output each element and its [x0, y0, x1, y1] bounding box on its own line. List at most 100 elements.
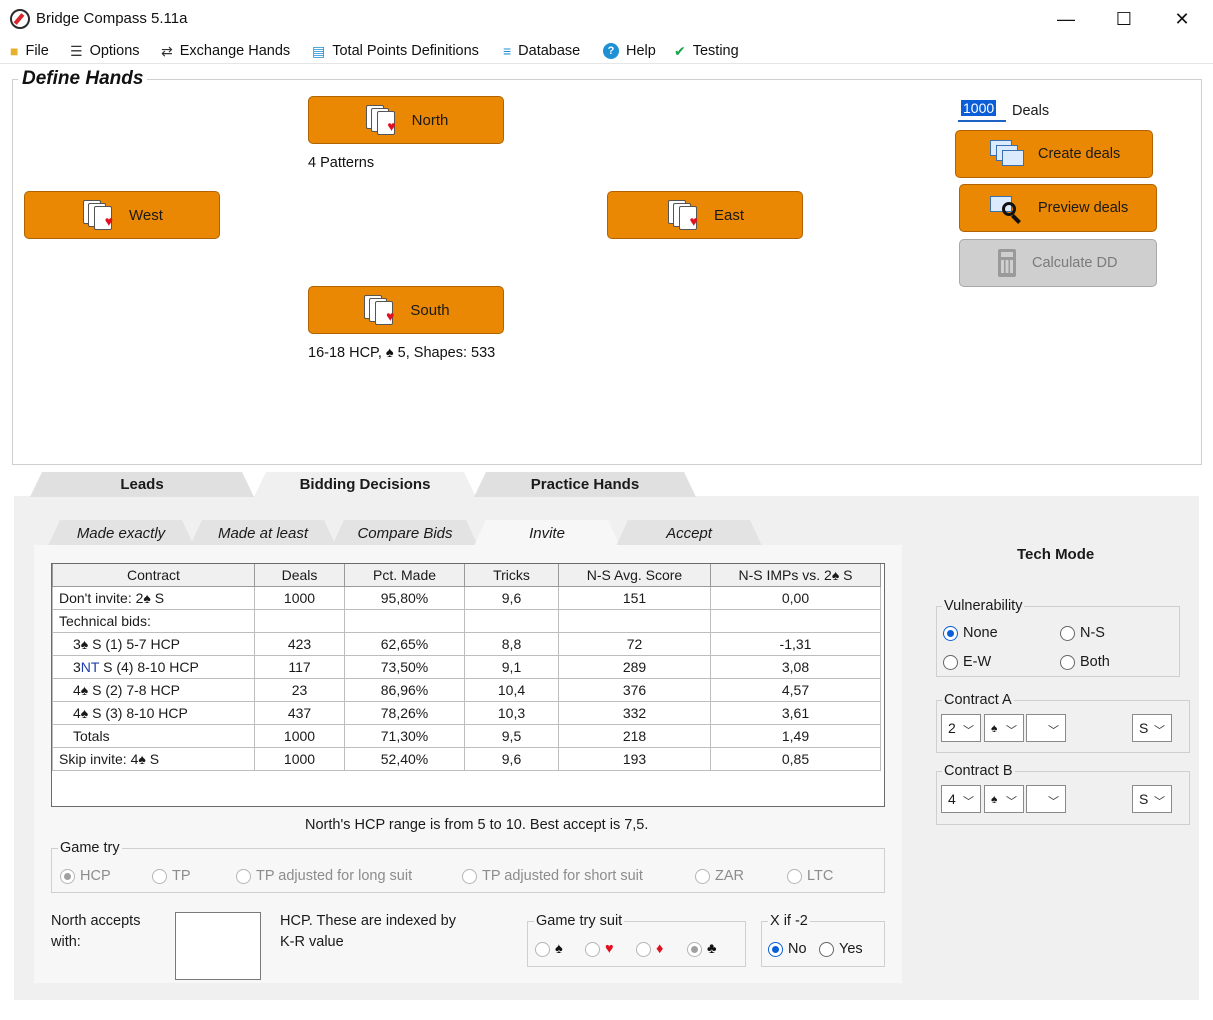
close-button[interactable]: ✕	[1153, 0, 1211, 38]
suit-diamond-radio: ♦	[636, 941, 663, 957]
x-if-no-label: No	[788, 941, 807, 957]
menu-help[interactable]: ? Help	[603, 42, 656, 60]
subtab-accept-label: Accept	[666, 524, 712, 542]
north-accepts-list[interactable]	[175, 912, 261, 980]
vul-none-label: None	[963, 625, 998, 641]
menu-help-label: Help	[626, 43, 656, 59]
vul-ew-radio[interactable]: E-W	[943, 654, 991, 670]
menu-exchange-hands-label: Exchange Hands	[179, 43, 291, 59]
table-row[interactable]: 3NT S (4) 8-10 HCP 117 73,50% 9,1 289 3,…	[52, 654, 881, 679]
create-deals-button[interactable]: Create deals	[955, 130, 1153, 178]
cell-tricks: 9,6	[464, 746, 559, 771]
folder-icon: ■	[10, 43, 19, 59]
x-if-yes-label: Yes	[839, 941, 863, 957]
suit-heart-radio: ♥	[585, 941, 614, 957]
table-row[interactable]: 3♠ S (1) 5-7 HCP 423 62,65% 8,8 72 -1,31	[52, 631, 881, 656]
col-header-avg-score[interactable]: N-S Avg. Score	[558, 564, 711, 587]
game-try-title: Game try	[58, 840, 122, 856]
create-deals-label: Create deals	[1038, 146, 1121, 162]
tab-practice-hands-label: Practice Hands	[530, 476, 640, 493]
contract-b-level-select[interactable]: 4 ﹀	[941, 785, 981, 813]
west-hand-button[interactable]: ♥ West	[24, 191, 220, 239]
cell-imps: 1,49	[710, 723, 881, 748]
cell-contract: Skip invite: 4♠ S	[52, 746, 255, 771]
preview-deals-button[interactable]: Preview deals	[959, 184, 1157, 232]
subtab-made-exactly[interactable]: Made exactly	[48, 520, 194, 546]
menu-testing-label: Testing	[692, 43, 739, 59]
cell-imps: -1,31	[710, 631, 881, 656]
menu-file[interactable]: ■ File	[10, 42, 49, 60]
south-label: South	[410, 301, 450, 319]
calculate-dd-label: Calculate DD	[1032, 255, 1118, 271]
chevron-down-icon: ﹀	[1006, 725, 1017, 737]
calculator-icon	[996, 249, 1018, 277]
table-row[interactable]: 4♠ S (2) 7-8 HCP 23 86,96% 10,4 376 4,57	[52, 677, 881, 702]
subtab-compare-bids[interactable]: Compare Bids	[332, 520, 478, 546]
menu-options[interactable]: ☰ Options	[70, 42, 140, 60]
playing-cards-icon: ♥	[364, 105, 398, 135]
results-grid[interactable]: Contract Deals Pct. Made Tricks N-S Avg.…	[51, 563, 885, 807]
exchange-icon: ⇄	[161, 43, 173, 59]
contract-b-suit-select[interactable]: ♠ ﹀	[984, 785, 1024, 813]
table-row[interactable]: Technical bids:	[52, 608, 881, 633]
cell-contract: 3♠ S (1) 5-7 HCP	[52, 631, 255, 656]
east-hand-button[interactable]: ♥ East	[607, 191, 803, 239]
col-header-pct-made[interactable]: Pct. Made	[344, 564, 465, 587]
maximize-button[interactable]: ☐	[1095, 0, 1153, 38]
table-row[interactable]: Don't invite: 2♠ S 1000 95,80% 9,6 151 0…	[52, 585, 881, 610]
chevron-down-icon: ﹀	[1154, 796, 1165, 808]
game-try-tp-label: TP	[172, 868, 191, 884]
table-row[interactable]: Skip invite: 4♠ S 1000 52,40% 9,6 193 0,…	[52, 746, 881, 771]
menu-total-points[interactable]: ▤ Total Points Definitions	[312, 42, 479, 60]
menu-exchange-hands[interactable]: ⇄ Exchange Hands	[161, 42, 290, 60]
cell-pct: 73,50%	[344, 654, 465, 679]
vul-ew-label: E-W	[963, 654, 992, 670]
list-icon: ☰	[70, 43, 83, 59]
table-row[interactable]: 4♠ S (3) 8-10 HCP 437 78,26% 10,3 332 3,…	[52, 700, 881, 725]
contract-b-level-value: 4	[948, 791, 956, 807]
col-header-tricks[interactable]: Tricks	[464, 564, 559, 587]
tab-bidding-decisions[interactable]: Bidding Decisions	[254, 472, 476, 497]
chevron-down-icon: ﹀	[1048, 725, 1059, 737]
menu-database[interactable]: ≡ Database	[503, 42, 580, 60]
cell-pct: 62,65%	[344, 631, 465, 656]
south-hand-button[interactable]: ♥ South	[308, 286, 504, 334]
contract-b-declarer-select[interactable]: S ﹀	[1132, 785, 1172, 813]
cell-deals: 423	[254, 631, 345, 656]
subtab-invite[interactable]: Invite	[474, 520, 620, 546]
game-try-tp-short-radio: TP adjusted for short suit	[462, 868, 643, 884]
contract-a-extra-select[interactable]: ﹀	[1026, 714, 1066, 742]
contract-b-extra-select[interactable]: ﹀	[1026, 785, 1066, 813]
cell-deals: 437	[254, 700, 345, 725]
menu-file-label: File	[25, 43, 49, 59]
deals-count-value: 1000	[961, 100, 997, 116]
minimize-button[interactable]: —	[1037, 0, 1095, 38]
playing-cards-icon: ♥	[666, 200, 700, 230]
table-row[interactable]: Totals 1000 71,30% 9,5 218 1,49	[52, 723, 881, 748]
subtab-made-at-least[interactable]: Made at least	[190, 520, 336, 546]
menu-testing[interactable]: ✔ Testing	[674, 42, 739, 60]
cell-contract: Technical bids:	[52, 608, 255, 633]
tab-leads[interactable]: Leads	[30, 472, 254, 497]
contract-a-level-select[interactable]: 2 ﹀	[941, 714, 981, 742]
subtab-accept[interactable]: Accept	[616, 520, 762, 546]
x-if-yes-radio[interactable]: Yes	[819, 941, 863, 957]
col-header-imps[interactable]: N-S IMPs vs. 2♠ S	[710, 564, 881, 587]
vul-ns-radio[interactable]: N-S	[1060, 625, 1105, 641]
vul-none-radio[interactable]: None	[943, 625, 998, 641]
col-header-contract[interactable]: Contract	[52, 564, 255, 587]
x-if-no-radio[interactable]: No	[768, 941, 807, 957]
game-try-hcp-label: HCP	[80, 868, 111, 884]
tab-practice-hands[interactable]: Practice Hands	[474, 472, 696, 497]
vul-ns-label: N-S	[1080, 625, 1105, 641]
north-hand-button[interactable]: ♥ North	[308, 96, 504, 144]
menu-total-points-label: Total Points Definitions	[332, 43, 479, 59]
cell-pct	[344, 608, 465, 633]
cell-tricks: 9,1	[464, 654, 559, 679]
col-header-deals[interactable]: Deals	[254, 564, 345, 587]
vul-both-radio[interactable]: Both	[1060, 654, 1110, 670]
deals-count-input[interactable]: 1000	[958, 98, 1006, 122]
contract-a-declarer-select[interactable]: S ﹀	[1132, 714, 1172, 742]
contract-a-suit-select[interactable]: ♠ ﹀	[984, 714, 1024, 742]
cell-score: 218	[558, 723, 711, 748]
